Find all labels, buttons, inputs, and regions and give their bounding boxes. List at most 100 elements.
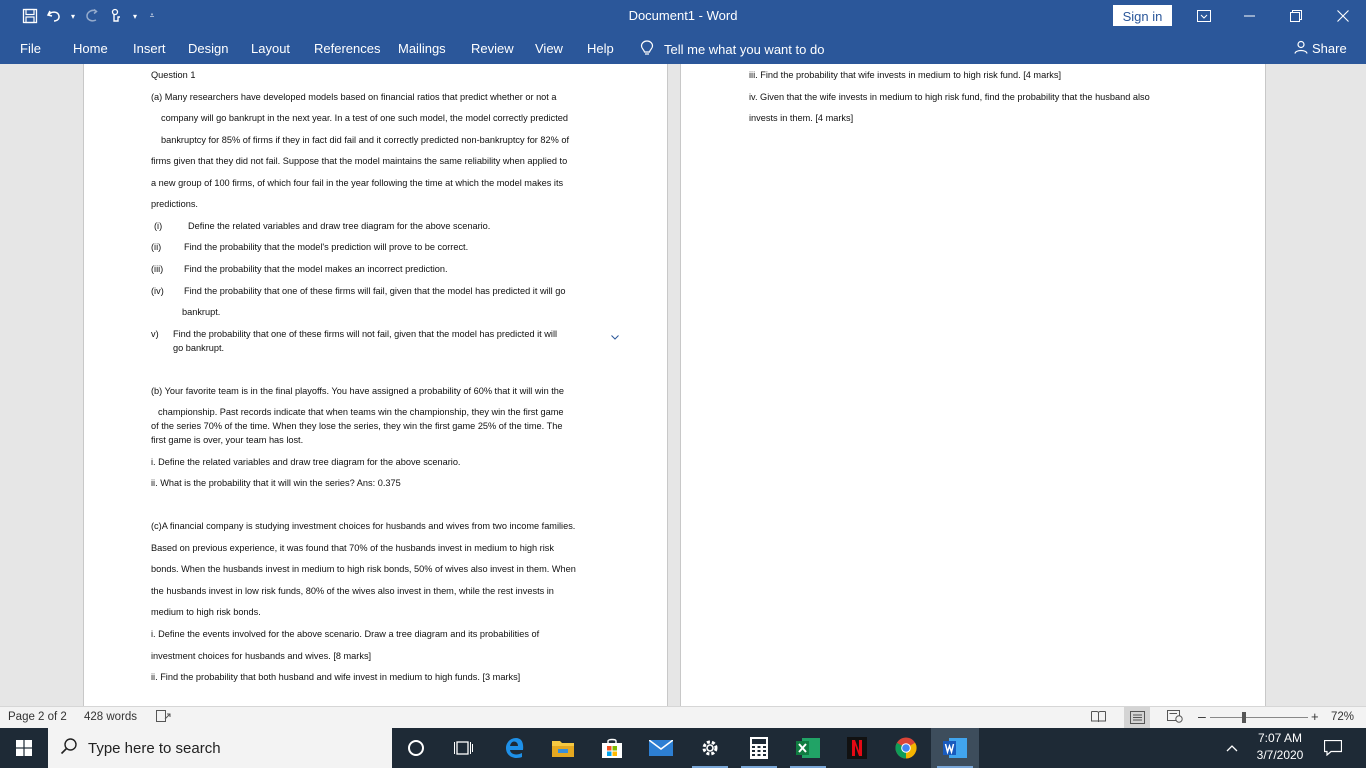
search-icon <box>60 737 78 759</box>
clock[interactable]: 7:07 AM 3/7/2020 <box>1252 731 1308 762</box>
calculator-icon[interactable] <box>735 728 783 768</box>
doc-line: company will go bankrupt in the next yea… <box>161 113 569 123</box>
tab-references[interactable]: References <box>314 41 380 56</box>
list-marker: (iii) <box>151 264 164 274</box>
notification-icon[interactable] <box>1310 728 1356 768</box>
chrome-icon[interactable] <box>882 728 930 768</box>
read-mode-icon[interactable] <box>1091 710 1106 726</box>
tab-view[interactable]: View <box>535 41 563 56</box>
web-layout-icon[interactable] <box>1167 710 1183 726</box>
word-icon[interactable] <box>931 728 979 768</box>
touch-dropdown-icon[interactable]: ▾ <box>130 6 140 26</box>
doc-line: (c)A financial company is studying inves… <box>151 521 576 531</box>
status-bar: Page 2 of 2 428 words – + 72% <box>0 706 1366 728</box>
tell-me-box[interactable]: Tell me what you want to do <box>640 40 824 59</box>
mail-icon[interactable] <box>637 728 685 768</box>
doc-line: Based on previous experience, it was fou… <box>151 543 554 553</box>
zoom-in-button[interactable]: + <box>1311 709 1319 724</box>
person-icon <box>1294 40 1308 57</box>
document-area[interactable]: Question 1 (a) Many researchers have dev… <box>0 64 1366 706</box>
doc-line: the husbands invest in low risk funds, 8… <box>151 586 554 596</box>
tab-insert[interactable]: Insert <box>133 41 166 56</box>
undo-icon[interactable] <box>44 6 64 26</box>
doc-line: bankruptcy for 85% of firms if they in f… <box>161 135 570 145</box>
zoom-out-button[interactable]: – <box>1198 708 1206 724</box>
undo-dropdown-icon[interactable]: ▾ <box>68 6 78 26</box>
zoom-slider-thumb[interactable] <box>1242 712 1246 723</box>
doc-line: ii. What is the probability that it will… <box>151 478 401 488</box>
list-marker: (i) <box>154 221 163 231</box>
word-count[interactable]: 428 words <box>84 711 137 723</box>
proofing-icon[interactable] <box>156 710 171 726</box>
doc-line: go bankrupt. <box>173 343 225 353</box>
clock-time: 7:07 AM <box>1257 731 1303 745</box>
ribbon-display-options-icon[interactable] <box>1181 0 1227 32</box>
tell-me-label: Tell me what you want to do <box>664 42 825 57</box>
doc-line: Find the probability that one of these f… <box>173 329 558 339</box>
doc-line: of the series 70% of the time. When they… <box>151 421 563 431</box>
minimize-button[interactable] <box>1227 0 1273 32</box>
doc-line: invests in them. [4 marks] <box>749 113 854 123</box>
edge-browser-icon[interactable] <box>491 728 539 768</box>
doc-line: first game is over, your team has lost. <box>151 435 304 445</box>
chevron-up-icon[interactable] <box>1210 728 1254 768</box>
search-placeholder: Type here to search <box>88 739 221 757</box>
store-icon[interactable] <box>588 728 636 768</box>
close-button[interactable] <box>1320 0 1366 32</box>
tab-layout[interactable]: Layout <box>251 41 290 56</box>
collapse-arrow-icon[interactable] <box>611 335 619 340</box>
taskbar: Type here to search 7:07 AM 3/7/2020 <box>0 728 1366 768</box>
tab-design[interactable]: Design <box>188 41 228 56</box>
doc-line: Define the related variables and draw tr… <box>188 221 491 231</box>
file-explorer-icon[interactable] <box>539 728 587 768</box>
tab-mailings[interactable]: Mailings <box>398 41 446 56</box>
list-marker: (iv) <box>151 286 164 296</box>
clock-date: 3/7/2020 <box>1256 748 1304 762</box>
document-page-1[interactable]: Question 1 (a) Many researchers have dev… <box>83 64 668 706</box>
doc-line: a new group of 100 firms, of which four … <box>151 178 564 188</box>
netflix-icon[interactable] <box>833 728 881 768</box>
quick-access-toolbar: ▾ ▾ ⩡ <box>20 6 160 26</box>
sign-in-button[interactable]: Sign in <box>1113 5 1172 26</box>
doc-line: bonds. When the husbands invest in mediu… <box>151 564 576 574</box>
doc-line: (a) Many researchers have developed mode… <box>151 92 557 102</box>
list-marker: (ii) <box>151 242 162 252</box>
title-bar: ▾ ▾ ⩡ Document1 - Word Sign in <box>0 0 1366 32</box>
doc-line: i. Define the related variables and draw… <box>151 457 461 467</box>
restore-button[interactable] <box>1273 0 1319 32</box>
touch-mode-icon[interactable] <box>106 6 126 26</box>
doc-line: Find the probability that the model's pr… <box>184 242 469 252</box>
cortana-icon[interactable] <box>392 728 440 768</box>
tab-help[interactable]: Help <box>587 41 614 56</box>
excel-icon[interactable] <box>784 728 832 768</box>
doc-line: investment choices for husbands and wive… <box>151 651 372 661</box>
save-icon[interactable] <box>20 6 40 26</box>
tab-review[interactable]: Review <box>471 41 514 56</box>
taskbar-search[interactable]: Type here to search <box>48 728 392 768</box>
tab-file[interactable]: File <box>20 41 41 56</box>
share-label: Share <box>1312 41 1347 56</box>
settings-gear-icon[interactable] <box>686 728 734 768</box>
document-page-2[interactable]: iii. Find the probability that wife inve… <box>680 64 1266 706</box>
doc-line: i. Define the events involved for the ab… <box>151 629 540 639</box>
page-count[interactable]: Page 2 of 2 <box>8 711 67 723</box>
doc-line: ii. Find the probability that both husba… <box>151 672 521 682</box>
task-view-icon[interactable] <box>440 728 488 768</box>
zoom-level[interactable]: 72% <box>1331 711 1354 723</box>
print-layout-icon[interactable] <box>1124 707 1150 728</box>
zoom-slider-track[interactable] <box>1210 717 1308 718</box>
tab-home[interactable]: Home <box>73 41 108 56</box>
doc-line: Find the probability that one of these f… <box>184 286 566 296</box>
list-marker: v) <box>151 329 159 339</box>
doc-line: (b) Your favorite team is in the final p… <box>151 386 564 396</box>
customize-qat-icon[interactable]: ⩡ <box>144 6 160 26</box>
doc-line: championship. Past records indicate that… <box>158 407 564 417</box>
doc-line: medium to high risk bonds. <box>151 607 261 617</box>
doc-line: bankrupt. <box>182 307 221 317</box>
doc-line: firms given that they did not fail. Supp… <box>151 156 568 166</box>
doc-line: predictions. <box>151 199 198 209</box>
share-button[interactable]: Share <box>1294 40 1347 57</box>
doc-line: Question 1 <box>151 70 196 80</box>
windows-start-icon[interactable] <box>0 728 48 768</box>
redo-icon[interactable] <box>82 6 102 26</box>
